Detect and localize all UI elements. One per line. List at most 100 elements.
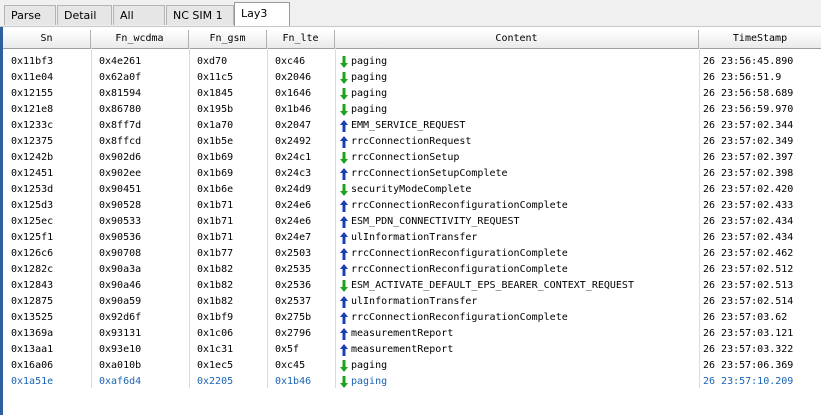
table-row[interactable]: 0x13aa1 0x93e10 0x1c31 0x5f measurementRepor…: [3, 342, 821, 358]
cell-fn-gsm: 0x1845: [197, 88, 234, 99]
column-header-fn-gsm[interactable]: Fn_gsm: [189, 30, 267, 48]
cell-fn-gsm: 0x1b5e: [197, 136, 234, 147]
cell-sn: 0x126c6: [11, 248, 54, 259]
cell-fn-wcdma: 0xa010b: [99, 360, 142, 371]
cell-fn-lte: 0x5f: [275, 344, 300, 355]
message-name: ulInformationTransfer: [351, 232, 478, 243]
down-arrow-icon: [340, 376, 348, 388]
cell-fn-gsm: 0x1b77: [197, 248, 234, 259]
cell-content: paging: [335, 374, 699, 390]
cell-sn: 0x12155: [11, 88, 54, 99]
up-arrow-icon: [340, 312, 348, 324]
cell-fn-lte: 0x275b: [275, 312, 312, 323]
table-row[interactable]: 0x125ec 0x90533 0x1b71 0x24e6 ESM_PDN_CONNEC…: [3, 214, 821, 230]
cell-content: measurementReport: [335, 342, 699, 358]
cell-fn-gsm: 0x195b: [197, 104, 234, 115]
table-row[interactable]: 0x12875 0x90a59 0x1b82 0x2537 ulInformationT…: [3, 294, 821, 310]
cell-fn-lte: 0x1b46: [275, 104, 312, 115]
table-row[interactable]: 0x12155 0x81594 0x1845 0x1646 paging 26 23:56…: [3, 86, 821, 102]
column-header-fn-lte[interactable]: Fn_lte: [267, 30, 335, 48]
cell-timestamp: 26 23:57:02.434: [703, 216, 794, 227]
table-row[interactable]: 0x13525 0x92d6f 0x1bf9 0x275b rrcConnectionR…: [3, 310, 821, 326]
cell-fn-lte: 0x24e7: [275, 232, 312, 243]
cell-fn-gsm: 0x1c06: [197, 328, 234, 339]
table-row[interactable]: 0x125f1 0x90536 0x1b71 0x24e7 ulInformationT…: [3, 230, 821, 246]
cell-fn-gsm: 0xd70: [197, 56, 228, 67]
cell-content: rrcConnectionReconfigurationComplete: [335, 262, 699, 278]
cell-fn-lte: 0x2537: [275, 296, 312, 307]
table-row[interactable]: 0x12843 0x90a46 0x1b82 0x2536 ESM_ACTIVATE_D…: [3, 278, 821, 294]
message-name: rrcConnectionReconfigurationComplete: [351, 312, 568, 323]
cell-fn-wcdma: 0x90708: [99, 248, 142, 259]
cell-fn-gsm: 0x1a70: [197, 120, 234, 131]
cell-content: paging: [335, 102, 699, 118]
cell-sn: 0x13525: [11, 312, 54, 323]
up-arrow-icon: [340, 200, 348, 212]
cell-content: rrcConnectionReconfigurationComplete: [335, 246, 699, 262]
message-name: EMM_SERVICE_REQUEST: [351, 120, 466, 131]
cell-fn-wcdma: 0xaf6d4: [99, 376, 142, 387]
cell-fn-wcdma: 0x90528: [99, 200, 142, 211]
table-row[interactable]: 0x1282c 0x90a3a 0x1b82 0x2535 rrcConnectionR…: [3, 262, 821, 278]
cell-sn: 0x13aa1: [11, 344, 54, 355]
cell-sn: 0x11e04: [11, 72, 54, 83]
message-name: ESM_ACTIVATE_DEFAULT_EPS_BEARER_CONTEXT_…: [351, 280, 634, 291]
tab-all[interactable]: All: [113, 5, 165, 25]
cell-fn-wcdma: 0x902ee: [99, 168, 142, 179]
cell-fn-wcdma: 0x90536: [99, 232, 142, 243]
column-header-content[interactable]: Content: [335, 30, 699, 48]
table-row[interactable]: 0x125d3 0x90528 0x1b71 0x24e6 rrcConnectionR…: [3, 198, 821, 214]
column-header-sn[interactable]: Sn: [3, 30, 91, 48]
cell-timestamp: 26 23:57:06.369: [703, 360, 794, 371]
cell-timestamp: 26 23:57:02.513: [703, 280, 794, 291]
table-row[interactable]: 0x11e04 0x62a0f 0x11c5 0x2046 paging 26 23:56…: [3, 70, 821, 86]
cell-fn-wcdma: 0x90a46: [99, 280, 142, 291]
cell-fn-gsm: 0x1b69: [197, 152, 234, 163]
table-row[interactable]: 0x1253d 0x90451 0x1b6e 0x24d9 securityModeCo…: [3, 182, 821, 198]
cell-content: ulInformationTransfer: [335, 294, 699, 310]
cell-timestamp: 26 23:57:03.121: [703, 328, 794, 339]
down-arrow-icon: [340, 72, 348, 84]
table-row[interactable]: 0x1369a 0x93131 0x1c06 0x2796 measurementRep…: [3, 326, 821, 342]
message-name: paging: [351, 104, 388, 115]
up-arrow-icon: [340, 328, 348, 340]
up-arrow-icon: [340, 168, 348, 180]
cell-content: rrcConnectionReconfigurationComplete: [335, 198, 699, 214]
cell-fn-gsm: 0x1b82: [197, 264, 234, 275]
table-row[interactable]: 0x1a51e 0xaf6d4 0x2205 0x1b46 paging 26 23:57…: [3, 374, 821, 390]
column-header-fn-wcdma[interactable]: Fn_wcdma: [91, 30, 189, 48]
message-name: rrcConnectionSetup: [351, 152, 460, 163]
table-row[interactable]: 0x1233c 0x8ff7d 0x1a70 0x2047 EMM_SERVICE_RE…: [3, 118, 821, 134]
cell-fn-wcdma: 0x93e10: [99, 344, 142, 355]
cell-fn-gsm: 0x11c5: [197, 72, 234, 83]
table-row[interactable]: 0x12451 0x902ee 0x1b69 0x24c3 rrcConnectionS…: [3, 166, 821, 182]
tab-lay3[interactable]: Lay3: [234, 2, 290, 26]
tab-parse[interactable]: Parse: [4, 5, 56, 25]
up-arrow-icon: [340, 264, 348, 276]
down-arrow-icon: [340, 184, 348, 196]
message-grid: Sn Fn_wcdma Fn_gsm Fn_lte Content TimeSt…: [0, 27, 821, 415]
up-arrow-icon: [340, 296, 348, 308]
cell-timestamp: 26 23:57:03.62: [703, 312, 788, 323]
message-name: paging: [351, 72, 388, 83]
cell-fn-lte: 0x2536: [275, 280, 312, 291]
cell-fn-lte: 0x1646: [275, 88, 312, 99]
table-row[interactable]: 0x126c6 0x90708 0x1b77 0x2503 rrcConnectionR…: [3, 246, 821, 262]
cell-timestamp: 26 23:57:02.514: [703, 296, 794, 307]
message-name: rrcConnectionSetupComplete: [351, 168, 508, 179]
tab-detail[interactable]: Detail: [57, 5, 112, 25]
table-row[interactable]: 0x16a06 0xa010b 0x1ec5 0xc45 paging 26 23:57:…: [3, 358, 821, 374]
tab-nc-sim-1[interactable]: NC SIM 1: [166, 5, 234, 25]
down-arrow-icon: [340, 360, 348, 372]
table-row[interactable]: 0x11bf3 0x4e261 0xd70 0xc46 paging 26 23:56:4…: [3, 54, 821, 70]
cell-fn-wcdma: 0x8ffcd: [99, 136, 142, 147]
column-header-timestamp[interactable]: TimeStamp: [699, 30, 821, 48]
cell-timestamp: 26 23:56:45.890: [703, 56, 794, 67]
table-row[interactable]: 0x121e8 0x86780 0x195b 0x1b46 paging 26 23:56…: [3, 102, 821, 118]
cell-content: rrcConnectionReconfigurationComplete: [335, 310, 699, 326]
message-name: paging: [351, 360, 388, 371]
table-row[interactable]: 0x1242b 0x902d6 0x1b69 0x24c1 rrcConnectionS…: [3, 150, 821, 166]
table-row[interactable]: 0x12375 0x8ffcd 0x1b5e 0x2492 rrcConnectionR…: [3, 134, 821, 150]
cell-fn-gsm: 0x2205: [197, 376, 234, 387]
cell-fn-gsm: 0x1b6e: [197, 184, 234, 195]
